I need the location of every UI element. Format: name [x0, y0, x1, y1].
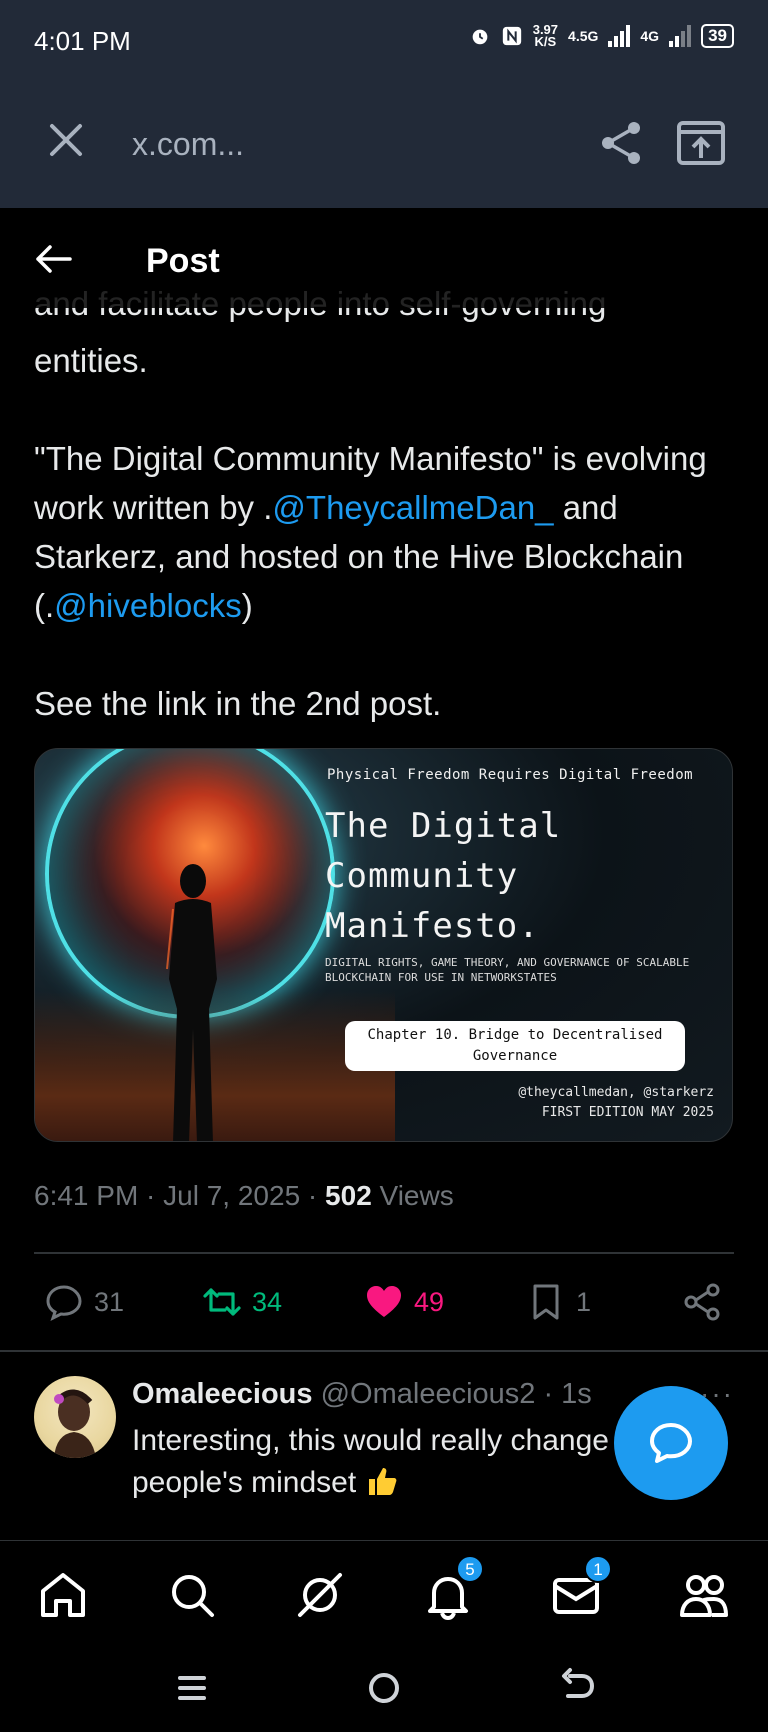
media-subtitle: DIGITAL RIGHTS, GAME THEORY, AND GOVERNA… [325, 956, 690, 984]
signal-icon-2 [669, 25, 692, 47]
media-edition: FIRST EDITION MAY 2025 [541, 1105, 714, 1120]
communities-icon [680, 1575, 728, 1617]
compose-reply-button[interactable] [614, 1386, 728, 1500]
post-meta: 6:41 PM · Jul 7, 2025 · 502 Views [34, 1180, 454, 1212]
post-timestamp: 6:41 PM · Jul 7, 2025 · [34, 1180, 326, 1211]
post-paragraph-2: "The Digital Community Manifesto" is evo… [34, 434, 734, 630]
repost-icon [203, 1288, 241, 1316]
mention-link-hiveblocks[interactable]: @hiveblocks [54, 587, 242, 624]
nav-notifications[interactable]: 5 [422, 1555, 484, 1621]
browser-url[interactable]: x.com... [132, 126, 244, 163]
nav-search[interactable] [166, 1569, 218, 1621]
share-icon[interactable] [598, 120, 644, 166]
status-icons: 3.97 K/S 4.5G 4G 39 [469, 23, 734, 49]
network-label-2: 4G [640, 28, 660, 44]
woman-silhouette-illustration [166, 864, 217, 1141]
nav-home[interactable] [37, 1569, 89, 1621]
post-para2-part3: ) [241, 587, 253, 624]
share-icon [684, 1283, 720, 1321]
nav-grok[interactable] [294, 1569, 346, 1621]
signal-icon [608, 25, 631, 47]
mention-link-theycallmedan[interactable]: @TheycallmeDan_ [272, 489, 553, 526]
repost-button[interactable]: 34 [202, 1274, 282, 1330]
speed-unit: K/S [534, 34, 557, 49]
post-actions: 31 34 49 1 [0, 1274, 768, 1330]
home-circle-icon[interactable] [362, 1666, 406, 1710]
views-label: Views [371, 1180, 454, 1211]
avatar[interactable] [34, 1376, 116, 1458]
reply-count: 31 [94, 1286, 125, 1317]
media-title-line-2: Community [325, 856, 519, 896]
post-line-entities: entities. [34, 342, 148, 379]
media-title-line-1: The Digital [325, 806, 562, 846]
thumbs-up-emoji [368, 1468, 396, 1495]
messages-badge: 1 [584, 1555, 612, 1583]
battery-icon: 39 [701, 24, 734, 48]
media-authors: @theycallmedan, @starkerz FIRST EDITION … [518, 1083, 714, 1123]
close-icon[interactable] [46, 120, 86, 160]
reply-text: Interesting, this would really change pe… [132, 1420, 632, 1504]
grok-icon [298, 1573, 342, 1617]
reply-author-name[interactable]: Omaleecious [132, 1378, 313, 1410]
media-authors-names: @theycallmedan, @starkerz [518, 1085, 714, 1100]
post-paragraph-3: See the link in the 2nd post. [34, 685, 442, 722]
nfc-icon [502, 26, 521, 46]
status-time: 4:01 PM [34, 26, 131, 56]
like-count: 49 [414, 1286, 445, 1317]
reply-header: Omaleecious @Omaleecious2 · 1s [132, 1378, 592, 1411]
back-arrow-icon[interactable] [34, 244, 72, 274]
search-icon [172, 1575, 214, 1617]
status-bar: 4:01 PM 3.97 K/S 4.5G 4G 39 [0, 0, 768, 80]
media-chapter-badge: Chapter 10. Bridge to Decentralised Gove… [345, 1021, 685, 1071]
reply-icon [46, 1285, 82, 1321]
chat-bubble-icon [650, 1423, 692, 1463]
share-button[interactable] [682, 1274, 722, 1330]
bookmark-icon [533, 1284, 559, 1320]
post-media-image[interactable]: Physical Freedom Requires Digital Freedo… [34, 748, 733, 1142]
reply-button[interactable]: 31 [44, 1274, 124, 1330]
post-header: Post [0, 208, 768, 308]
post-text: entities. "The Digital Community Manifes… [34, 336, 734, 777]
system-back-icon[interactable] [556, 1666, 600, 1710]
bottom-navigation: 5 1 [0, 1540, 768, 1644]
divider [34, 1252, 734, 1254]
open-in-browser-icon[interactable] [676, 120, 726, 166]
bookmark-button[interactable]: 1 [526, 1274, 591, 1330]
recent-apps-icon[interactable] [170, 1666, 214, 1710]
repost-count: 34 [252, 1286, 283, 1317]
browser-toolbar: x.com... [0, 80, 768, 208]
divider [0, 1350, 768, 1352]
system-navigation [0, 1644, 768, 1732]
nav-messages[interactable]: 1 [550, 1555, 612, 1621]
bookmark-count: 1 [576, 1286, 592, 1317]
views-count: 502 [325, 1180, 372, 1211]
like-button[interactable]: 49 [364, 1274, 444, 1330]
reply-author-handle[interactable]: @Omaleecious2 · 1s [313, 1378, 592, 1410]
heart-icon [367, 1286, 401, 1317]
alarm-icon [472, 29, 488, 45]
network-speed: 3.97 K/S [533, 23, 558, 49]
nav-communities[interactable] [678, 1569, 730, 1621]
media-title-line-3: Manifesto. [325, 906, 540, 946]
media-title: The Digital Community Manifesto. [325, 801, 561, 951]
network-label-1: 4.5G [568, 28, 599, 44]
avatar-image [54, 1389, 96, 1458]
page-title: Post [146, 242, 220, 280]
notifications-badge: 5 [456, 1555, 484, 1583]
home-icon [41, 1573, 85, 1617]
media-tagline: Physical Freedom Requires Digital Freedo… [327, 767, 694, 783]
